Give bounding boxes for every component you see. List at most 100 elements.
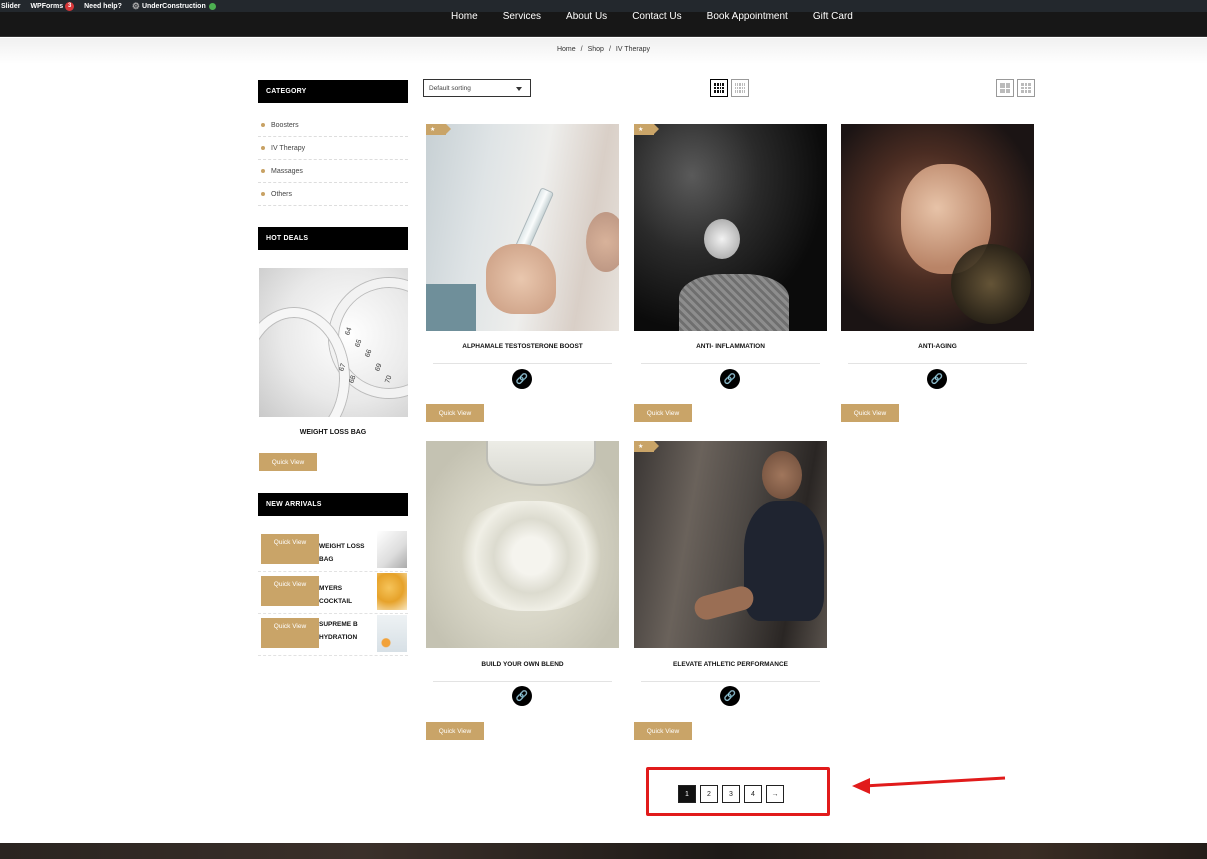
highlight-box	[646, 767, 830, 816]
new-arrival-thumbnail[interactable]	[377, 615, 407, 652]
product-image[interactable]: ★	[634, 441, 827, 648]
quick-view-button[interactable]: Quick View	[426, 722, 484, 740]
breadcrumb-shop[interactable]: Shop	[588, 46, 604, 53]
nav-about-us[interactable]: About Us	[566, 11, 607, 22]
grid-5-columns-button[interactable]	[731, 79, 749, 97]
new-arrival-thumbnail[interactable]	[377, 531, 407, 568]
hot-deal-name[interactable]: WEIGHT LOSS BAG	[258, 429, 408, 436]
product-name[interactable]: ALPHAMALE TESTOSTERONE BOOST	[426, 343, 619, 350]
new-arrival-name[interactable]: MYERS COCKTAIL	[319, 582, 374, 608]
new-arrivals-widget-title: New Arrivals	[258, 493, 408, 516]
category-item-boosters[interactable]: Boosters	[258, 114, 408, 137]
head-shape	[762, 451, 802, 499]
notification-count-badge: 3	[65, 1, 75, 11]
nav-gift-card[interactable]: Gift Card	[813, 11, 853, 22]
new-arrival-item: Quick View SUPREME B HYDRATION	[258, 614, 408, 656]
grid-2-columns-button[interactable]	[996, 79, 1014, 97]
quick-view-button[interactable]: Quick View	[634, 722, 692, 740]
breadcrumb-separator: /	[608, 46, 611, 53]
glass-shape	[951, 244, 1031, 324]
divider	[641, 363, 820, 364]
link-icon[interactable]: 🔗	[720, 369, 740, 389]
new-arrival-thumbnail[interactable]	[377, 573, 407, 610]
bullet-icon	[261, 192, 265, 196]
sorting-select[interactable]: Default sorting	[423, 79, 531, 97]
category-item-iv-therapy[interactable]: IV Therapy	[258, 137, 408, 160]
featured-ribbon: ★	[634, 124, 659, 135]
nav-services[interactable]: Services	[503, 11, 541, 22]
new-arrival-name[interactable]: WEIGHT LOSS BAG	[319, 540, 374, 566]
grid-4-columns-button[interactable]	[710, 79, 728, 97]
divider	[433, 363, 612, 364]
new-arrival-item: Quick View MYERS COCKTAIL	[258, 572, 408, 614]
new-arrival-name[interactable]: SUPREME B HYDRATION	[319, 618, 374, 644]
category-item-others[interactable]: Others	[258, 183, 408, 206]
category-label: Boosters	[271, 121, 299, 129]
pin-icon: ★	[638, 127, 644, 133]
sleeve-shape	[426, 284, 476, 331]
tank-top-shape	[744, 501, 824, 621]
quick-view-button[interactable]: Quick View	[426, 404, 484, 422]
breadcrumb-separator: /	[580, 46, 583, 53]
divider	[433, 681, 612, 682]
quick-view-button[interactable]: Quick View	[261, 618, 319, 648]
admin-slider[interactable]: Slider	[1, 3, 20, 10]
bullet-icon	[261, 146, 265, 150]
product-image[interactable]	[426, 441, 619, 648]
divider	[848, 363, 1027, 364]
featured-ribbon: ★	[426, 124, 451, 135]
category-label: IV Therapy	[271, 144, 306, 152]
hand-shape	[486, 244, 556, 314]
product-image[interactable]	[841, 124, 1034, 331]
annotation-arrow-icon	[852, 776, 1006, 794]
quick-view-button[interactable]: Quick View	[261, 534, 319, 564]
admin-underconstruction[interactable]: ⚙ UnderConstruction	[131, 0, 216, 11]
product-name[interactable]: ANTI-AGING	[841, 343, 1034, 350]
breadcrumb-home[interactable]: Home	[557, 46, 576, 53]
product-name[interactable]: ANTI- INFLAMMATION	[634, 343, 827, 350]
breadcrumb-current: IV Therapy	[615, 46, 651, 53]
quick-view-button[interactable]: Quick View	[841, 404, 899, 422]
nav-home[interactable]: Home	[451, 11, 478, 22]
product-name[interactable]: BUILD YOUR OWN BLEND	[426, 661, 619, 668]
sorting-select-value: Default sorting	[429, 84, 471, 92]
pin-icon: ★	[638, 444, 644, 450]
sweater-shape	[679, 274, 789, 331]
link-icon[interactable]: 🔗	[720, 686, 740, 706]
admin-bar: Slider WPForms 3 Need help? ⚙ UnderConst…	[0, 0, 1207, 12]
glass-shape	[486, 441, 596, 486]
featured-ribbon: ★	[634, 441, 659, 452]
category-label: Massages	[271, 167, 303, 175]
main-nav: Home Services About Us Contact Us Book A…	[451, 11, 853, 22]
admin-need-help[interactable]: Need help?	[84, 3, 122, 10]
new-arrival-item: Quick View WEIGHT LOSS BAG	[258, 530, 408, 572]
link-icon[interactable]: 🔗	[512, 686, 532, 706]
bullet-icon	[261, 169, 265, 173]
category-widget-title: Category	[258, 80, 408, 103]
link-icon[interactable]: 🔗	[927, 369, 947, 389]
grid-3-columns-button[interactable]	[1017, 79, 1035, 97]
nav-contact-us[interactable]: Contact Us	[632, 11, 681, 22]
product-image[interactable]: ★	[634, 124, 827, 331]
chevron-down-icon	[516, 87, 522, 91]
quick-view-button[interactable]: Quick View	[261, 576, 319, 606]
product-name[interactable]: ELEVATE ATHLETIC PERFORMANCE	[634, 661, 827, 668]
quick-view-button[interactable]: Quick View	[634, 404, 692, 422]
admin-wpforms-label: WPForms	[30, 2, 64, 10]
divider	[641, 681, 820, 682]
product-image[interactable]: ★	[426, 124, 619, 331]
category-list: Boosters IV Therapy Massages Others	[258, 114, 408, 206]
hot-deal-image[interactable]: 64 65 66 67 68 69 70	[259, 268, 408, 417]
nav-book-appointment[interactable]: Book Appointment	[707, 11, 788, 22]
category-label: Others	[271, 190, 293, 198]
hot-deals-widget-title: Hot Deals	[258, 227, 408, 250]
hot-deal-quick-view-button[interactable]: Quick View	[259, 453, 317, 471]
status-dot-icon	[208, 2, 216, 10]
water-splash-shape	[456, 501, 606, 611]
category-item-massages[interactable]: Massages	[258, 160, 408, 183]
bullet-icon	[261, 123, 265, 127]
gear-icon: ⚙	[131, 0, 140, 11]
admin-wpforms[interactable]: WPForms 3	[30, 1, 75, 11]
footer-background	[0, 843, 1207, 859]
link-icon[interactable]: 🔗	[512, 369, 532, 389]
